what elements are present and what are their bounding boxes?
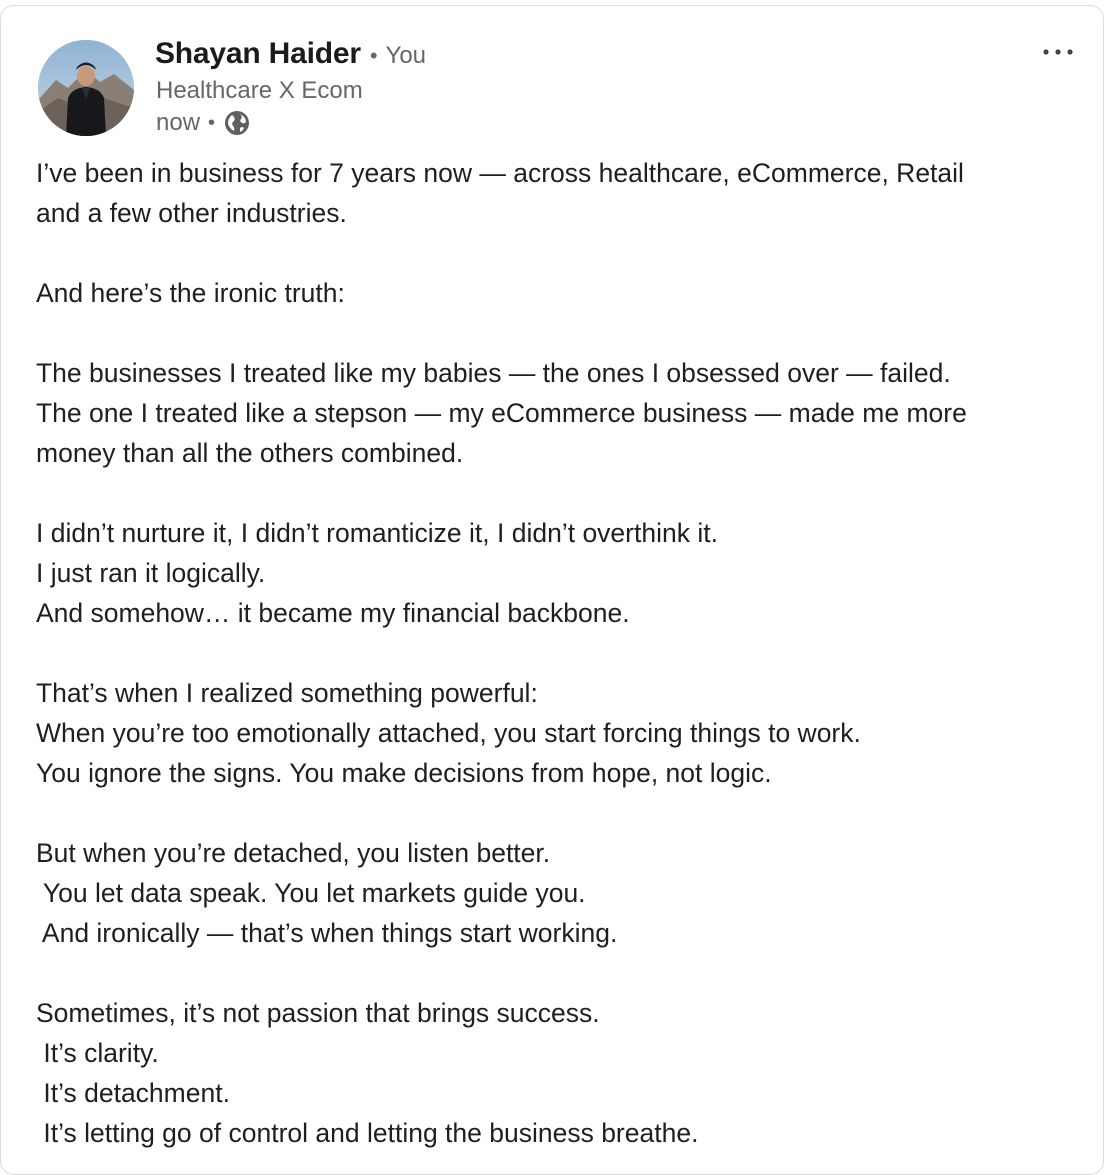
author-name-row: Shayan Haider • You [155,37,426,77]
post-text-line: and a few other industries. [36,198,347,228]
post-text-line [36,793,1076,833]
post-text-line: It’s clarity. [36,1038,159,1068]
post-text-line [36,953,1076,993]
post-text-line: money than all the others combined. [36,438,464,468]
post-meta: now • [156,107,251,139]
more-horizontal-icon [1043,49,1073,55]
post-text-line [36,633,1076,673]
connection-degree: You [385,42,427,69]
post-text-line [36,233,1076,273]
more-options-button[interactable] [1037,39,1081,65]
post-card: Shayan Haider • You Healthcare X Ecom no… [0,5,1104,1175]
post-text-line: I’ve been in business for 7 years now — … [36,158,964,188]
name-separator: • [369,43,378,68]
post-text-line [36,473,1076,513]
post-text-line: And somehow… it became my financial back… [36,598,630,628]
author-avatar[interactable] [38,40,134,136]
post-text-line: But when you’re detached, you listen bet… [36,838,551,868]
meta-separator: • [208,111,216,134]
post-text-line: It’s letting go of control and letting t… [36,1118,699,1148]
post-text: I’ve been in business for 7 years now — … [36,153,1076,1153]
post-text-line: The one I treated like a stepson — my eC… [36,398,967,428]
post-text-line: I didn’t nurture it, I didn’t romanticiz… [36,518,718,548]
post-text-line: Sometimes, it’s not passion that brings … [36,998,600,1028]
post-text-line: When you’re too emotionally attached, yo… [36,718,861,748]
post-text-line: That’s when I realized something powerfu… [36,678,538,708]
post-timestamp: now [156,109,201,136]
avatar-photo [38,40,134,136]
author-name[interactable]: Shayan Haider [155,37,361,71]
post-text-line: The businesses I treated like my babies … [36,358,951,388]
post-text-line: And here’s the ironic truth: [36,278,345,308]
post-text-line: You let data speak. You let markets guid… [36,878,586,908]
post-text-line: You ignore the signs. You make decisions… [36,758,772,788]
post-text-line [36,313,1076,353]
globe-icon [223,109,251,137]
post-text-line: It’s detachment. [36,1078,230,1108]
author-headline: Healthcare X Ecom [156,77,363,104]
post-text-line: And ironically — that’s when things star… [36,918,618,948]
post-text-line: I just ran it logically. [36,558,266,588]
